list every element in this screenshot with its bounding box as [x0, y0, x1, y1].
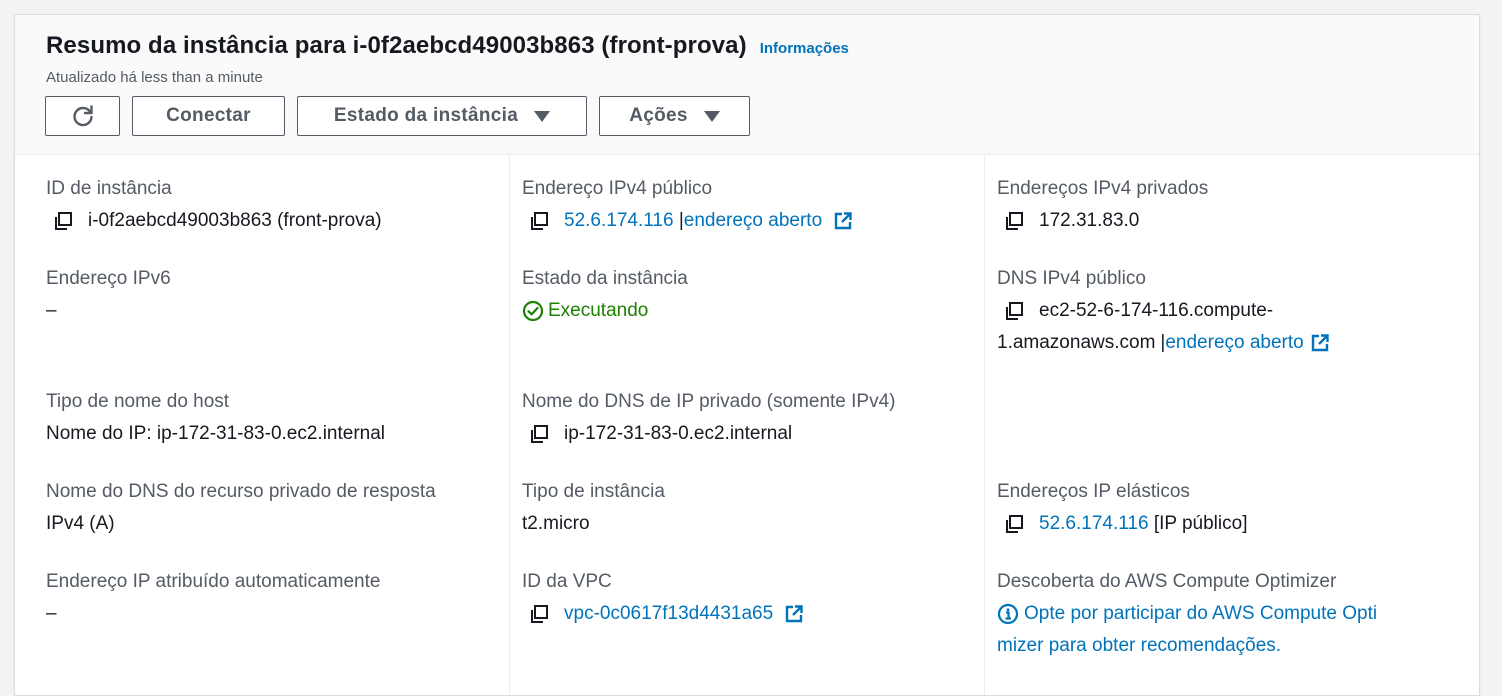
action-bar: Conectar Estado da instância Ações	[45, 96, 750, 136]
caret-down-icon	[703, 110, 720, 122]
field-label: Endereço IP atribuído automaticamente	[46, 571, 381, 592]
copy-icon[interactable]	[1003, 513, 1025, 535]
field-auto-ip: Endereço IP atribuído automaticamente –	[46, 566, 506, 630]
field-label: ID da VPC	[522, 571, 612, 592]
field-label: DNS IPv4 público	[997, 268, 1146, 289]
field-instance-state: Estado da instância Executando	[522, 263, 984, 327]
actions-dropdown-label: Ações	[629, 105, 688, 126]
external-link-icon[interactable]	[1310, 333, 1330, 353]
caret-down-icon	[534, 110, 551, 122]
field-label: Nome do DNS do recurso privado de respos…	[46, 481, 436, 502]
page-title: Resumo da instância para i-0f2aebcd49003…	[46, 32, 747, 59]
field-label: Tipo de nome do host	[46, 391, 230, 412]
field-ipv6: Endereço IPv6 –	[46, 263, 506, 327]
copy-icon[interactable]	[1003, 210, 1025, 232]
field-value-row: ec2-52-6-174-116.compute-	[997, 295, 1465, 327]
field-label: Tipo de instância	[522, 481, 665, 502]
elastic-ip-link[interactable]: 52.6.174.116	[1039, 513, 1149, 534]
details-grid: ID de instância i-0f2aebcd49003b863 (fro…	[15, 155, 1479, 695]
copy-icon[interactable]	[1003, 300, 1025, 322]
info-link[interactable]: Informações	[760, 40, 849, 57]
instance-state-dropdown-label: Estado da instância	[333, 105, 519, 126]
private-ip-dns-value: ip-172-31-83-0.ec2.internal	[564, 423, 793, 444]
field-vpc-id: ID da VPC vpc-0c0617f13d4431a65	[522, 566, 984, 630]
field-value-row: 172.31.83.0	[997, 205, 1465, 237]
instance-summary-panel: Resumo da instância para i-0f2aebcd49003…	[14, 14, 1480, 696]
connect-button-label: Conectar	[166, 105, 251, 126]
public-dns-value-line2: 1.amazonaws.com	[997, 332, 1156, 353]
hostname-type-value: Nome do IP: ip-172-31-83-0.ec2.internal	[46, 423, 386, 444]
field-label: ID de instância	[46, 178, 172, 199]
field-hostname-type: Tipo de nome do host Nome do IP: ip-172-…	[46, 386, 506, 450]
open-address-link[interactable]: endereço aberto	[684, 210, 822, 231]
check-circle-icon	[522, 300, 544, 322]
public-dns-value-line1: ec2-52-6-174-116.compute-	[1039, 300, 1274, 321]
private-ipv4-value: 172.31.83.0	[1039, 210, 1140, 231]
field-public-ipv4: Endereço IPv4 público 52.6.174.116 |ende…	[522, 173, 984, 237]
open-address-link[interactable]: endereço aberto	[1165, 327, 1303, 359]
external-link-icon[interactable]	[784, 604, 804, 624]
instance-state-value: Executando	[548, 300, 649, 321]
field-label: Endereços IPv4 privados	[997, 178, 1209, 199]
field-label: Endereço IPv6	[46, 268, 171, 289]
field-value-row: 52.6.174.116 |endereço aberto	[522, 205, 984, 237]
compute-optimizer-opt-in-link[interactable]: Opte por participar do AWS Compute Opti …	[997, 598, 1465, 662]
copy-icon[interactable]	[528, 603, 550, 625]
panel-header: Resumo da instância para i-0f2aebcd49003…	[15, 15, 1479, 155]
status-running: Executando	[522, 295, 984, 327]
ipv6-value: –	[46, 300, 57, 321]
field-label: Endereço IPv4 público	[522, 178, 713, 199]
field-label: Descoberta do AWS Compute Optimizer	[997, 571, 1337, 592]
refresh-button[interactable]	[45, 96, 120, 136]
compute-optimizer-line2: mizer para obter recomendações.	[997, 635, 1282, 656]
details-column-3: Endereços IPv4 privados 172.31.83.0 DNS …	[984, 155, 1465, 695]
vpc-id-link[interactable]: vpc-0c0617f13d4431a65	[564, 603, 773, 624]
field-private-ip-dns: Nome do DNS de IP privado (somente IPv4)…	[522, 386, 984, 450]
field-value-row: vpc-0c0617f13d4431a65	[522, 598, 984, 630]
copy-icon[interactable]	[528, 423, 550, 445]
copy-icon[interactable]	[52, 210, 74, 232]
field-label: Estado da instância	[522, 268, 688, 289]
info-icon	[997, 603, 1019, 625]
connect-button[interactable]: Conectar	[132, 96, 285, 136]
details-column-2: Endereço IPv4 público 52.6.174.116 |ende…	[509, 155, 984, 695]
field-value-row: 52.6.174.116 [IP público]	[997, 508, 1465, 540]
instance-state-dropdown[interactable]: Estado da instância	[297, 96, 587, 136]
copy-icon[interactable]	[528, 210, 550, 232]
last-updated-text: Atualizado há less than a minute	[46, 69, 263, 86]
compute-optimizer-line1: Opte por participar do AWS Compute Opti	[1024, 603, 1378, 624]
field-value-row: ip-172-31-83-0.ec2.internal	[522, 418, 984, 450]
field-value-row: i-0f2aebcd49003b863 (front-prova)	[46, 205, 506, 237]
instance-type-value: t2.micro	[522, 513, 590, 534]
external-link-icon[interactable]	[833, 211, 853, 231]
field-instance-type: Tipo de instância t2.micro	[522, 476, 984, 540]
field-private-dns-answer: Nome do DNS do recurso privado de respos…	[46, 476, 506, 540]
field-private-ipv4: Endereços IPv4 privados 172.31.83.0	[997, 173, 1465, 237]
private-dns-answer-value: IPv4 (A)	[46, 513, 115, 534]
field-value-row: 1.amazonaws.com | endereço aberto	[997, 327, 1465, 359]
title-row: Resumo da instância para i-0f2aebcd49003…	[46, 32, 849, 60]
refresh-icon	[72, 105, 93, 127]
actions-dropdown[interactable]: Ações	[599, 96, 750, 136]
field-label: Endereços IP elásticos	[997, 481, 1190, 502]
instance-id-value: i-0f2aebcd49003b863 (front-prova)	[88, 210, 382, 231]
field-label: Nome do DNS de IP privado (somente IPv4)	[522, 391, 896, 412]
field-elastic-ips: Endereços IP elásticos 52.6.174.116 [IP …	[997, 476, 1465, 540]
auto-ip-value: –	[46, 603, 57, 624]
field-instance-id: ID de instância i-0f2aebcd49003b863 (fro…	[46, 173, 506, 237]
public-ipv4-link[interactable]: 52.6.174.116	[564, 210, 674, 231]
field-compute-optimizer: Descoberta do AWS Compute Optimizer Opte…	[997, 566, 1465, 662]
details-column-1: ID de instância i-0f2aebcd49003b863 (fro…	[46, 155, 506, 695]
field-public-dns: DNS IPv4 público ec2-52-6-174-116.comput…	[997, 263, 1465, 359]
elastic-ip-suffix: [IP público]	[1153, 513, 1248, 534]
